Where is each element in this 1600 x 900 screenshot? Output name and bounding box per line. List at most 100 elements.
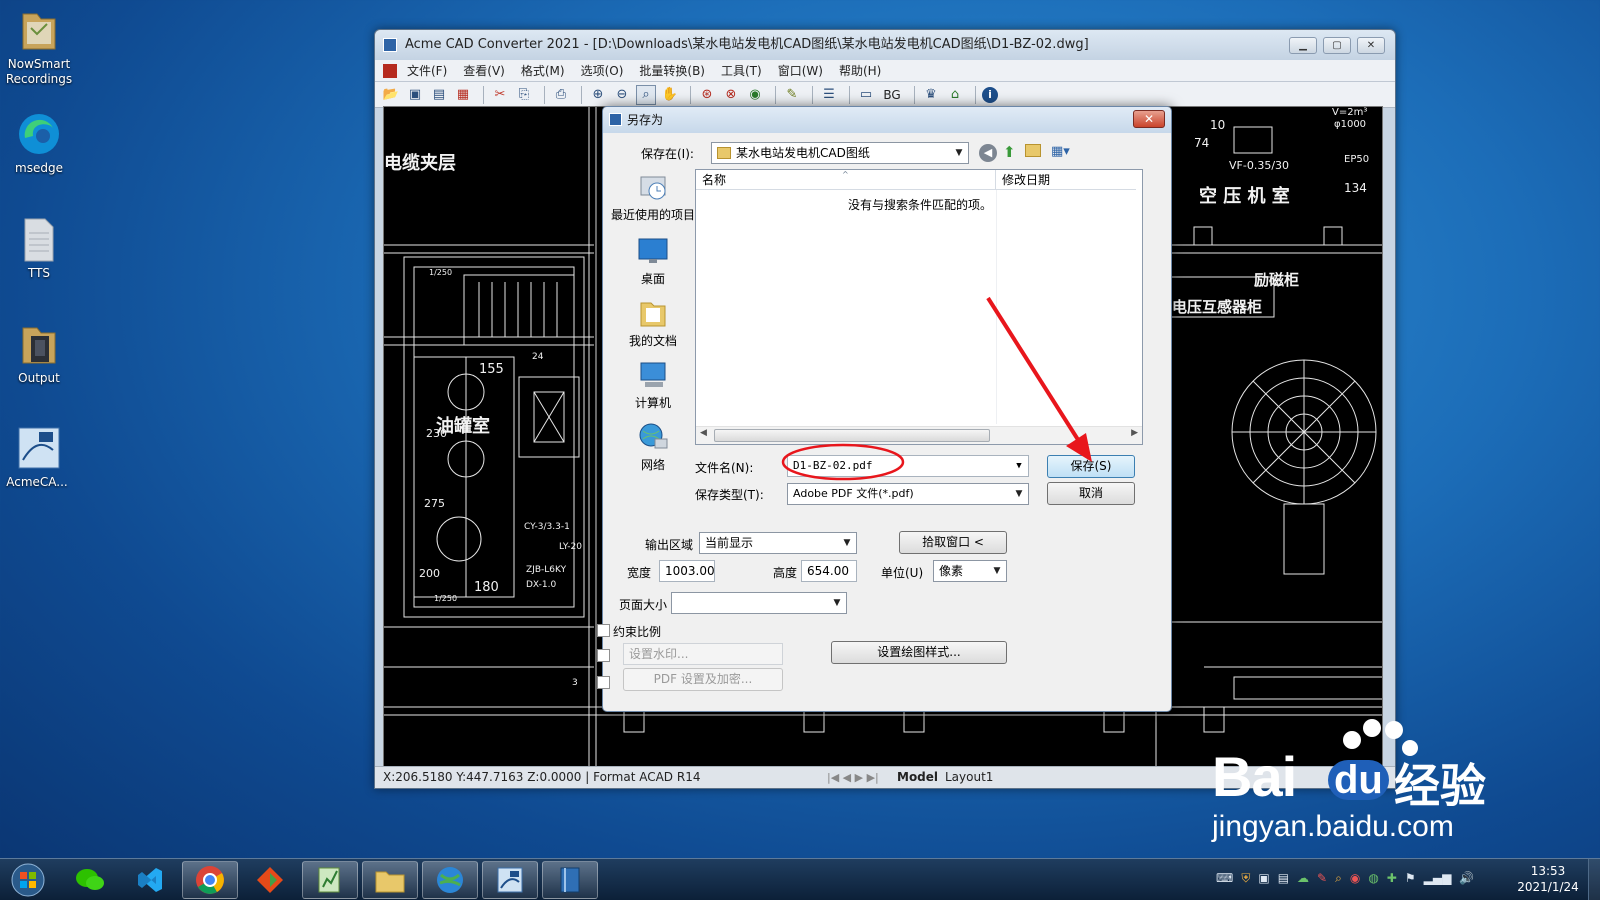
tab-model[interactable]: Model [897,767,938,788]
keyboard-icon[interactable]: ⌨ [1216,871,1233,886]
save-button[interactable]: 保存(S) [1047,455,1135,478]
desktop-icon-tts[interactable]: TTS [2,215,76,281]
clock[interactable]: 13:53 2021/1/24 [1512,863,1584,895]
watermark-checkbox[interactable] [597,649,610,662]
taskbar-chrome[interactable] [182,861,238,899]
menu-batch[interactable]: 批量转换(B) [639,62,705,79]
save-icon[interactable]: ▣ [405,85,425,105]
flag-icon[interactable]: ⚑ [1405,871,1416,886]
column-header-date[interactable]: 修改日期 [996,170,1136,190]
monitor-icon[interactable]: ▭ [856,85,876,105]
unit-dropdown[interactable]: 像素 ▼ [933,560,1007,582]
window-titlebar[interactable]: Acme CAD Converter 2021 - [D:\Downloads\… [375,30,1395,60]
dialog-titlebar[interactable]: 另存为 ✕ [603,107,1171,133]
zoom-realtime-icon[interactable]: ⊗ [721,85,741,105]
menu-window[interactable]: 窗口(W) [778,62,823,79]
search-icon[interactable]: ⌕ [1335,871,1342,886]
open-icon[interactable]: 📂 [381,85,401,105]
menu-file[interactable]: 文件(F) [407,62,447,79]
close-button[interactable]: ✕ [1357,37,1385,54]
horizontal-scrollbar[interactable]: ◀ ▶ [696,426,1142,444]
cancel-button[interactable]: 取消 [1047,482,1135,505]
taskbar-notepad[interactable] [302,861,358,899]
pen-icon[interactable]: ✎ [1317,871,1327,886]
filetype-dropdown[interactable]: Adobe PDF 文件(*.pdf) ▼ [787,483,1029,505]
save-all-icon[interactable]: ▤ [429,85,449,105]
keep-ratio-checkbox[interactable] [597,624,610,637]
place-documents[interactable]: 我的文档 [611,297,695,349]
scrollbar-thumb[interactable] [714,429,990,442]
desktop-icon-output[interactable]: Output [2,320,76,386]
output-area-dropdown[interactable]: 当前显示 ▼ [699,532,857,554]
scroll-left-icon[interactable]: ◀ [700,428,707,438]
zoom-in-icon[interactable]: ⊕ [588,85,608,105]
tab-layout1[interactable]: Layout1 [945,767,993,788]
show-desktop-button[interactable] [1588,859,1600,900]
pdf-settings-button[interactable]: PDF 设置及加密... [623,668,783,691]
column-header-name[interactable]: 名称 ^ [696,170,996,190]
taskbar-explorer[interactable] [362,861,418,899]
maximize-button[interactable]: ▢ [1323,37,1351,54]
place-computer[interactable]: 计算机 [611,359,695,411]
zoom-out-icon[interactable]: ⊖ [612,85,632,105]
cloud-icon[interactable]: ☁ [1297,871,1309,886]
new-folder-icon[interactable] [1025,144,1041,157]
back-icon[interactable]: ◀ [979,144,997,162]
pan-icon[interactable]: ✋ [660,85,680,105]
up-folder-icon[interactable]: ⬆ [1003,143,1016,161]
menu-format[interactable]: 格式(M) [521,62,565,79]
zoom-extent-icon[interactable]: ⊛ [697,85,717,105]
file-list[interactable]: 名称 ^ 修改日期 没有与搜索条件匹配的项。 ◀ ▶ [695,169,1143,445]
home-icon[interactable]: ⌂ [945,85,965,105]
info-icon[interactable]: i [982,86,998,103]
antivirus-icon[interactable]: ◉ [1350,871,1360,886]
pick-window-button[interactable]: 拾取窗口 < [899,531,1007,554]
convert-icon[interactable]: ▦ [453,85,473,105]
minimize-button[interactable]: ▁ [1289,37,1317,54]
volume-icon[interactable]: 🔊 [1459,871,1474,886]
pencil-icon[interactable]: ✎ [782,85,802,105]
menu-options[interactable]: 选项(O) [581,62,624,79]
dialog-close-button[interactable]: ✕ [1133,110,1165,128]
security-icon[interactable]: ✚ [1387,871,1397,886]
pdf-settings-checkbox[interactable] [597,676,610,689]
cut-icon[interactable]: ✂ [490,85,510,105]
zoom-window-icon[interactable]: ⌕ [636,84,656,105]
taskbar-wechat[interactable] [62,861,118,899]
save-in-dropdown[interactable]: 某水电站发电机CAD图纸 ▼ [711,142,969,164]
taskbar-office[interactable] [242,861,298,899]
window-icon[interactable]: ▣ [1258,871,1269,886]
tray-app-icon[interactable]: ▤ [1278,871,1289,886]
plot-style-button[interactable]: 设置绘图样式... [831,641,1007,664]
layers-icon[interactable]: ☰ [819,85,839,105]
tray-globe-icon[interactable]: ◍ [1368,871,1378,886]
layout-nav-buttons[interactable]: |◀ ◀ ▶ ▶| [827,767,879,788]
desktop-icon-nowsmart[interactable]: NowSmart Recordings [2,6,76,87]
page-size-dropdown[interactable]: ▼ [671,592,847,614]
desktop-icon-acmecad[interactable]: AcmeCA... [0,424,74,490]
menu-tools[interactable]: 工具(T) [721,62,762,79]
menu-help[interactable]: 帮助(H) [839,62,881,79]
taskbar-book[interactable] [542,861,598,899]
taskbar-globe[interactable] [422,861,478,899]
menu-view[interactable]: 查看(V) [463,62,505,79]
taskbar-acmecad[interactable] [482,861,538,899]
copy-icon[interactable]: ⎘ [514,85,534,105]
start-button[interactable] [4,861,52,899]
scroll-right-icon[interactable]: ▶ [1131,428,1138,438]
font-icon[interactable]: ♛ [921,85,941,105]
network-signal-icon[interactable]: ▂▄▆ [1424,871,1452,886]
place-desktop[interactable]: 桌面 [611,235,695,287]
view-menu-icon[interactable]: ▦▾ [1051,144,1070,159]
eye-icon[interactable]: ◉ [745,85,765,105]
desktop-icon-msedge[interactable]: msedge [2,110,76,176]
width-input[interactable]: 1003.00 [659,560,715,582]
taskbar-vscode[interactable] [122,861,178,899]
place-recent[interactable]: 最近使用的项目 [611,171,695,223]
watermark-input[interactable]: 设置水印... [623,643,783,665]
shield-icon[interactable]: ⛨ [1241,871,1250,886]
height-input[interactable]: 654.00 [801,560,857,582]
place-network[interactable]: 网络 [611,421,695,473]
background-button[interactable]: BG [880,85,904,105]
print-icon[interactable]: ⎙ [551,85,571,105]
